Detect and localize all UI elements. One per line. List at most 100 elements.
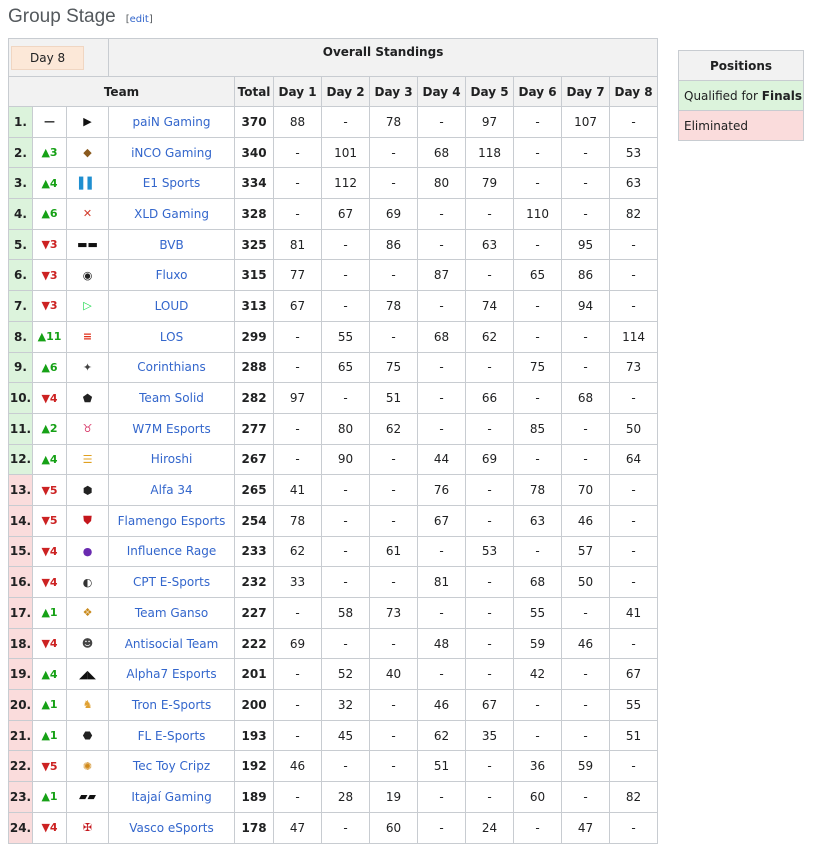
w7m-esports-logo[interactable]: ♉ — [70, 418, 106, 440]
vasco-esports-logo[interactable]: ✠ — [70, 817, 106, 839]
day-score-cell: - — [561, 412, 611, 445]
total-cell: 282 — [234, 382, 275, 414]
team-link[interactable]: LOUD — [155, 299, 189, 313]
rank-change: ▼3 — [32, 259, 67, 292]
flamengo-logo[interactable]: ⛊ — [70, 510, 106, 532]
los-logo[interactable]: ≡ — [70, 326, 106, 348]
itajai-gaming-logo[interactable]: ▰▰ — [70, 786, 106, 808]
team-link[interactable]: Corinthians — [137, 360, 205, 374]
team-link[interactable]: Team Solid — [139, 391, 204, 405]
influence-rage-logo[interactable]: ● — [70, 540, 106, 562]
day-score-cell: - — [513, 689, 563, 721]
edit-link[interactable]: edit — [130, 14, 149, 25]
team-link[interactable]: Tron E-Sports — [132, 698, 211, 712]
day-score-cell: - — [561, 443, 611, 476]
team-name-cell: Tec Toy Cripz — [108, 750, 236, 783]
team-link[interactable]: Alpha7 Esports — [126, 667, 216, 681]
day-score-cell: 76 — [417, 474, 467, 506]
team-link[interactable]: Itajaí Gaming — [131, 790, 211, 804]
day-header: Day 6 — [513, 76, 563, 107]
day-score-cell: 81 — [273, 228, 323, 261]
rank-cell: 9. — [8, 351, 33, 384]
day-selector[interactable]: Day 8 — [11, 45, 85, 70]
pain-gaming-logo[interactable]: ▶ — [70, 111, 106, 133]
day-score-cell: - — [369, 443, 419, 476]
day-score-cell: 51 — [417, 750, 467, 783]
alfa34-logo[interactable]: ⬢ — [70, 479, 106, 501]
rank-change: ▼4 — [32, 566, 67, 598]
team-logo-cell: ⛊ — [65, 504, 110, 537]
day-score-cell: - — [417, 597, 467, 629]
team-link[interactable]: Fluxo — [156, 268, 188, 282]
team-name-cell: BVB — [108, 228, 236, 261]
alpha7-logo[interactable]: ◢◣ — [70, 663, 106, 685]
day-score-cell: 61 — [369, 535, 419, 568]
day-score-cell: 82 — [609, 781, 659, 813]
team-link[interactable]: paiN Gaming — [133, 115, 211, 129]
day-score-cell: - — [273, 597, 323, 629]
rank-cell: 3. — [8, 167, 33, 200]
rank-change: ▲4 — [32, 443, 67, 476]
team-ganso-logo[interactable]: ❖ — [70, 602, 106, 624]
inco-gaming-logo[interactable]: ◆ — [70, 142, 106, 164]
day-score-cell: 59 — [513, 627, 563, 660]
team-logo-cell: ▰▰ — [65, 781, 110, 813]
total-cell: 222 — [234, 627, 275, 660]
team-link[interactable]: BVB — [159, 238, 183, 252]
team-logo-cell: ☰ — [65, 443, 110, 476]
day-score-cell: 45 — [321, 719, 371, 752]
total-cell: 192 — [234, 750, 275, 783]
total-cell: 328 — [234, 198, 275, 230]
day-score-cell: 55 — [609, 689, 659, 721]
loud-logo[interactable]: ▷ — [70, 295, 106, 317]
rank-change: ▼4 — [32, 382, 67, 414]
team-link[interactable]: Antisocial Team — [125, 637, 219, 651]
tec-toy-cripz-logo[interactable]: ✺ — [70, 755, 106, 777]
team-link[interactable]: XLD Gaming — [134, 207, 209, 221]
day-header: Day 2 — [321, 76, 371, 107]
day-score-cell: - — [561, 198, 611, 230]
team-link[interactable]: Team Ganso — [135, 606, 208, 620]
cpt-esports-logo[interactable]: ◐ — [70, 571, 106, 593]
day-score-cell: - — [321, 535, 371, 568]
rank-change: ▼4 — [32, 535, 67, 568]
team-solid-logo[interactable]: ⬟ — [70, 387, 106, 409]
day-score-cell: 75 — [513, 351, 563, 384]
team-link[interactable]: Alfa 34 — [150, 483, 192, 497]
day-score-cell: 28 — [321, 781, 371, 813]
day-score-cell: 46 — [273, 750, 323, 783]
corinthians-logo[interactable]: ✦ — [70, 356, 106, 378]
day-score-cell: - — [609, 290, 659, 322]
team-link[interactable]: FL E-Sports — [138, 729, 206, 743]
table-row: 20. ▲1 ♞ Tron E-Sports 200-32-46 67- -55 — [8, 689, 659, 721]
table-row: 1. — ▶ paiN Gaming 370 88-78-97-107- — [8, 106, 659, 138]
day-score-cell: 55 — [321, 320, 371, 353]
team-link[interactable]: Flamengo Esports — [118, 514, 226, 528]
team-link[interactable]: CPT E-Sports — [133, 575, 210, 589]
hiroshi-logo[interactable]: ☰ — [70, 448, 106, 470]
team-link[interactable]: Hiroshi — [151, 452, 193, 466]
team-link[interactable]: iNCO Gaming — [131, 146, 212, 160]
day-score-cell: 118 — [465, 136, 515, 169]
rank-cell: 21. — [8, 719, 33, 752]
xld-gaming-logo[interactable]: ✕ — [70, 203, 106, 225]
rank-cell: 17. — [8, 597, 33, 629]
bvb-logo[interactable]: ▬▬ — [70, 234, 106, 256]
antisocial-team-logo[interactable]: ☻ — [70, 633, 106, 655]
page-title: Group Stage — [8, 6, 116, 27]
day-score-cell: - — [609, 382, 659, 414]
team-link[interactable]: W7M Esports — [132, 422, 210, 436]
team-link[interactable]: Influence Rage — [127, 544, 217, 558]
team-link[interactable]: Vasco eSports — [129, 821, 214, 835]
rank-change: ▼5 — [32, 750, 67, 783]
total-cell: 201 — [234, 658, 275, 691]
fluxo-logo[interactable]: ◉ — [70, 264, 106, 286]
team-link[interactable]: LOS — [160, 330, 183, 344]
fl-esports-logo[interactable]: ⬣ — [70, 725, 106, 747]
day-score-cell: 101 — [321, 136, 371, 169]
tron-esports-logo[interactable]: ♞ — [70, 694, 106, 716]
e1-sports-logo[interactable]: ▌▌ — [70, 172, 106, 194]
team-link[interactable]: Tec Toy Cripz — [133, 759, 210, 773]
table-row: 18. ▼4 ☻ Antisocial Team 222 69- -48-59 46- — [8, 627, 659, 660]
team-link[interactable]: E1 Sports — [143, 176, 201, 190]
